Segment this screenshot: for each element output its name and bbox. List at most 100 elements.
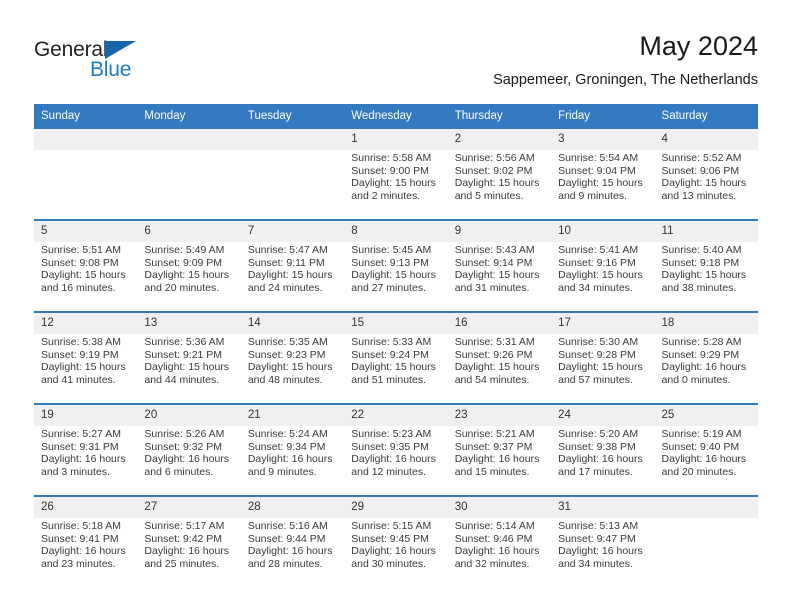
- daylight-text-line2: and 28 minutes.: [247, 557, 323, 570]
- day-cell[interactable]: Sunrise: 5:28 AM Sunset: 9:29 PM Daylight:…: [654, 334, 758, 403]
- day-cell[interactable]: Sunrise: 5:56 AM Sunset: 9:02 PM Daylight:…: [447, 150, 552, 219]
- day-cell[interactable]: Sunrise: 5:19 AM Sunset: 9:40 PM Daylight:…: [654, 426, 758, 495]
- daylight-text-line1: Daylight: 15 hours: [247, 269, 333, 282]
- sunset-text: Sunset: 9:21 PM: [144, 348, 223, 361]
- sunrise-text: Sunrise: 5:18 AM: [41, 520, 121, 532]
- day-cell[interactable]: Sunrise: 5:13 AM Sunset: 9:47 PM Daylight:…: [551, 518, 655, 587]
- daylight-text-line1: Daylight: 16 hours: [41, 545, 126, 558]
- day-cell[interactable]: Sunrise: 5:58 AM Sunset: 9:00 PM Daylight:…: [344, 150, 448, 219]
- day-number[interactable]: 25: [654, 405, 758, 426]
- daylight-text-line2: and 27 minutes.: [351, 281, 426, 294]
- day-number[interactable]: 19: [34, 405, 138, 426]
- day-number[interactable]: 3: [551, 129, 655, 150]
- day-number[interactable]: 11: [654, 221, 758, 242]
- day-number[interactable]: 29: [344, 497, 448, 518]
- day-number[interactable]: 9: [447, 221, 552, 242]
- day-cell[interactable]: Sunrise: 5:41 AM Sunset: 9:16 PM Daylight:…: [551, 242, 655, 311]
- sunrise-text: Sunrise: 5:36 AM: [144, 336, 225, 348]
- daylight-text-line1: Daylight: 16 hours: [661, 453, 747, 466]
- sunrise-text: Sunrise: 5:47 AM: [247, 244, 328, 256]
- sunrise-text: Sunrise: 5:41 AM: [558, 244, 639, 256]
- day-number[interactable]: 22: [344, 405, 448, 426]
- daylight-text-line2: and 13 minutes.: [661, 189, 737, 202]
- day-cell[interactable]: Sunrise: 5:30 AM Sunset: 9:28 PM Daylight:…: [551, 334, 655, 403]
- day-number[interactable]: 12: [34, 313, 138, 334]
- day-number[interactable]: 1: [344, 129, 448, 150]
- weekday-header-saturday: Saturday: [654, 104, 758, 129]
- day-number[interactable]: 18: [654, 313, 758, 334]
- daylight-text-line1: Daylight: 15 hours: [41, 269, 126, 282]
- day-cell[interactable]: Sunrise: 5:33 AM Sunset: 9:24 PM Daylight:…: [344, 334, 448, 403]
- sunrise-text: Sunrise: 5:17 AM: [144, 520, 225, 532]
- day-cell[interactable]: Sunrise: 5:43 AM Sunset: 9:14 PM Daylight:…: [447, 242, 552, 311]
- daylight-text-line1: Daylight: 15 hours: [558, 361, 643, 374]
- day-number[interactable]: 5: [34, 221, 138, 242]
- sunset-text: Sunset: 9:04 PM: [558, 164, 636, 177]
- daylight-text-line2: and 3 minutes.: [41, 465, 110, 478]
- weekday-header-thursday: Thursday: [447, 104, 552, 129]
- day-number[interactable]: 30: [447, 497, 552, 518]
- day-number[interactable]: 2: [447, 129, 552, 150]
- day-cell[interactable]: Sunrise: 5:45 AM Sunset: 9:13 PM Daylight:…: [344, 242, 448, 311]
- day-cell[interactable]: Sunrise: 5:35 AM Sunset: 9:23 PM Daylight:…: [240, 334, 345, 403]
- sunrise-text: Sunrise: 5:51 AM: [41, 244, 121, 256]
- day-cell[interactable]: Sunrise: 5:23 AM Sunset: 9:35 PM Daylight:…: [344, 426, 448, 495]
- day-cell[interactable]: Sunrise: 5:21 AM Sunset: 9:37 PM Daylight:…: [447, 426, 552, 495]
- sunrise-text: Sunrise: 5:19 AM: [661, 428, 742, 440]
- daylight-text-line2: and 6 minutes.: [144, 465, 214, 478]
- day-number[interactable]: 17: [551, 313, 655, 334]
- daylight-text-line1: Daylight: 15 hours: [41, 361, 126, 374]
- day-cell[interactable]: Sunrise: 5:38 AM Sunset: 9:19 PM Daylight:…: [34, 334, 138, 403]
- day-cell[interactable]: Sunrise: 5:17 AM Sunset: 9:42 PM Daylight:…: [137, 518, 241, 587]
- sunrise-text: Sunrise: 5:56 AM: [454, 152, 535, 164]
- sunrise-text: Sunrise: 5:52 AM: [661, 152, 742, 164]
- day-number[interactable]: 20: [137, 405, 241, 426]
- day-number[interactable]: 15: [344, 313, 448, 334]
- day-number-row: 12 13 14 15 16 17 18: [34, 313, 758, 334]
- day-detail-row: Sunrise: 5:27 AM Sunset: 9:31 PM Daylight:…: [34, 426, 758, 495]
- day-number[interactable]: 7: [240, 221, 345, 242]
- day-cell[interactable]: Sunrise: 5:47 AM Sunset: 9:11 PM Daylight:…: [240, 242, 345, 311]
- day-number[interactable]: 4: [654, 129, 758, 150]
- page-title: May 2024: [639, 31, 758, 61]
- sunset-text: Sunset: 9:06 PM: [661, 164, 740, 177]
- calendar-head: Sunday Monday Tuesday Wednesday Thursday…: [34, 104, 758, 129]
- day-cell[interactable]: Sunrise: 5:15 AM Sunset: 9:45 PM Daylight:…: [344, 518, 448, 587]
- day-cell[interactable]: Sunrise: 5:14 AM Sunset: 9:46 PM Daylight:…: [447, 518, 552, 587]
- day-number[interactable]: 16: [447, 313, 552, 334]
- day-cell[interactable]: Sunrise: 5:36 AM Sunset: 9:21 PM Daylight:…: [137, 334, 241, 403]
- daylight-text-line1: Daylight: 16 hours: [41, 453, 126, 466]
- daylight-text-line2: and 48 minutes.: [247, 373, 323, 386]
- day-cell[interactable]: Sunrise: 5:54 AM Sunset: 9:04 PM Daylight:…: [551, 150, 655, 219]
- day-number[interactable]: 6: [137, 221, 241, 242]
- day-cell[interactable]: Sunrise: 5:40 AM Sunset: 9:18 PM Daylight:…: [654, 242, 758, 311]
- day-number[interactable]: 24: [551, 405, 655, 426]
- day-cell[interactable]: Sunrise: 5:51 AM Sunset: 9:08 PM Daylight:…: [34, 242, 138, 311]
- calendar-grid: Sunday Monday Tuesday Wednesday Thursday…: [34, 104, 758, 587]
- day-number[interactable]: 8: [344, 221, 448, 242]
- day-cell[interactable]: Sunrise: 5:18 AM Sunset: 9:41 PM Daylight:…: [34, 518, 138, 587]
- day-cell[interactable]: Sunrise: 5:24 AM Sunset: 9:34 PM Daylight:…: [240, 426, 345, 495]
- day-number[interactable]: 26: [34, 497, 138, 518]
- day-cell[interactable]: Sunrise: 5:20 AM Sunset: 9:38 PM Daylight:…: [551, 426, 655, 495]
- sunset-text: Sunset: 9:47 PM: [558, 532, 636, 545]
- weekday-header-friday: Friday: [551, 104, 655, 129]
- day-cell[interactable]: Sunrise: 5:26 AM Sunset: 9:32 PM Daylight:…: [137, 426, 241, 495]
- day-cell[interactable]: Sunrise: 5:52 AM Sunset: 9:06 PM Daylight:…: [654, 150, 758, 219]
- day-number[interactable]: 28: [240, 497, 345, 518]
- day-number[interactable]: 13: [137, 313, 241, 334]
- sunrise-text: Sunrise: 5:31 AM: [454, 336, 535, 348]
- day-number[interactable]: 21: [240, 405, 345, 426]
- sunrise-text: Sunrise: 5:40 AM: [661, 244, 742, 256]
- day-cell[interactable]: Sunrise: 5:31 AM Sunset: 9:26 PM Daylight:…: [447, 334, 552, 403]
- day-number[interactable]: 10: [551, 221, 655, 242]
- day-number[interactable]: 14: [240, 313, 345, 334]
- day-number[interactable]: 23: [447, 405, 552, 426]
- day-cell[interactable]: Sunrise: 5:49 AM Sunset: 9:09 PM Daylight:…: [137, 242, 241, 311]
- daylight-text-line1: Daylight: 15 hours: [558, 177, 643, 190]
- general-blue-logo[interactable]: General Blue: [34, 38, 164, 90]
- day-cell[interactable]: Sunrise: 5:16 AM Sunset: 9:44 PM Daylight:…: [240, 518, 345, 587]
- day-number[interactable]: 27: [137, 497, 241, 518]
- day-cell[interactable]: Sunrise: 5:27 AM Sunset: 9:31 PM Daylight:…: [34, 426, 138, 495]
- day-number[interactable]: 31: [551, 497, 655, 518]
